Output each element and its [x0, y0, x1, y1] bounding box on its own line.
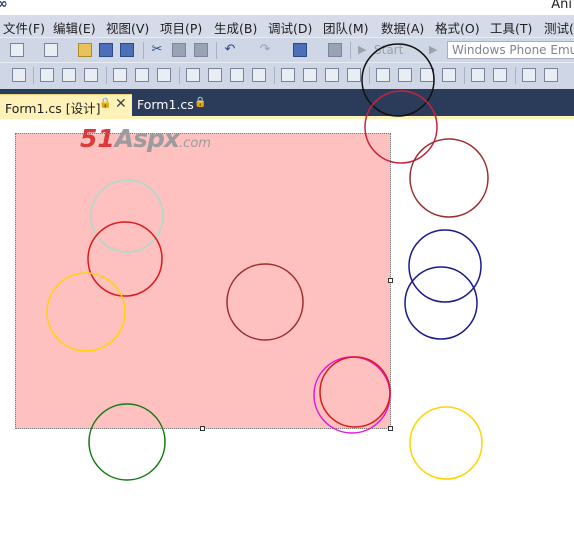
resize-handle-right[interactable] [388, 278, 393, 283]
menu-tools[interactable]: 工具(T) [490, 18, 532, 37]
make-same-width-icon[interactable] [186, 68, 200, 82]
toolbar-separator [216, 42, 217, 59]
toolbar-separator [33, 67, 34, 84]
align-bottom-icon[interactable] [157, 68, 171, 82]
vertical-spacing-equal-icon[interactable] [376, 68, 390, 82]
tab-label: Form1.cs [137, 97, 194, 112]
pin-icon[interactable]: 🔒 [99, 98, 111, 109]
size-to-grid-icon[interactable] [252, 68, 266, 82]
toolbar-separator [106, 67, 107, 84]
align-middle-icon[interactable] [135, 68, 149, 82]
window-title: Ani [551, 0, 572, 12]
visual-studio-logo-icon: ∞ [0, 0, 8, 12]
resize-handle-bottom[interactable] [200, 426, 205, 431]
new-project-icon[interactable] [10, 43, 24, 57]
horizontal-spacing-increase-icon[interactable] [303, 68, 317, 82]
menu-format[interactable]: 格式(O) [435, 18, 480, 37]
watermark-logo: 51Aspx.com [80, 124, 211, 153]
document-tab-strip: Form1.cs [设计] 🔒 ✕ Form1.cs 🔒 [0, 89, 574, 117]
resize-handle-corner[interactable] [388, 426, 393, 431]
horizontal-spacing-decrease-icon[interactable] [325, 68, 339, 82]
close-icon[interactable]: ✕ [115, 96, 127, 112]
watermark-51: 51 [80, 124, 115, 153]
toolbar-separator [179, 67, 180, 84]
menu-team[interactable]: 团队(M) [323, 18, 369, 37]
bring-to-front-icon[interactable] [522, 68, 536, 82]
menu-test[interactable]: 测试(S [544, 18, 574, 37]
toolbar-separator [143, 42, 144, 59]
menu-project[interactable]: 项目(P) [160, 18, 202, 37]
lock-icon: 🔒 [194, 97, 207, 108]
standard-toolbar: ✂ ↶ ↷ ▶ Start ▶ Windows Phone Emu [0, 37, 574, 63]
align-to-grid-icon[interactable] [12, 68, 26, 82]
align-left-icon[interactable] [40, 68, 54, 82]
find-icon[interactable] [328, 43, 342, 57]
cut-icon[interactable]: ✂ [150, 43, 164, 57]
watermark-aspx: Aspx [114, 124, 180, 153]
menu-view[interactable]: 视图(V) [106, 18, 149, 37]
make-same-size-icon[interactable] [230, 68, 244, 82]
target-device-select[interactable]: Windows Phone Emu [447, 41, 574, 59]
start-icon[interactable]: ▶ [358, 43, 366, 56]
paste-icon[interactable] [194, 43, 208, 57]
vertical-spacing-decrease-icon[interactable] [420, 68, 434, 82]
layout-toolbar [0, 62, 574, 90]
save-all-icon[interactable] [120, 43, 134, 57]
align-top-icon[interactable] [113, 68, 127, 82]
start-without-debug-icon[interactable]: ▶ [429, 43, 437, 56]
tab-form1-code[interactable]: Form1.cs 🔒 [134, 94, 214, 116]
center-horizontally-icon[interactable] [471, 68, 485, 82]
toolbar-separator [369, 67, 370, 84]
align-right-icon[interactable] [84, 68, 98, 82]
menu-file[interactable]: 文件(F) [3, 18, 45, 37]
center-vertically-icon[interactable] [493, 68, 507, 82]
toolbar-separator [464, 67, 465, 84]
menu-debug[interactable]: 调试(D) [268, 18, 312, 37]
start-button[interactable]: Start [374, 43, 403, 57]
open-folder-icon[interactable] [78, 43, 92, 57]
tab-label: Form1.cs [设计] [5, 101, 101, 116]
align-center-icon[interactable] [62, 68, 76, 82]
make-same-height-icon[interactable] [208, 68, 222, 82]
menu-edit[interactable]: 编辑(E) [53, 18, 96, 37]
send-to-back-icon[interactable] [544, 68, 558, 82]
menu-build[interactable]: 生成(B) [214, 18, 257, 37]
redo-icon[interactable]: ↷ [258, 43, 272, 57]
tab-form1-design[interactable]: Form1.cs [设计] 🔒 ✕ [0, 94, 132, 117]
toolbar-separator [515, 67, 516, 84]
toolbar-separator [274, 67, 275, 84]
horizontal-spacing-remove-icon[interactable] [347, 68, 361, 82]
vertical-spacing-increase-icon[interactable] [398, 68, 412, 82]
add-item-icon[interactable] [44, 43, 58, 57]
menu-data[interactable]: 数据(A) [381, 18, 424, 37]
horizontal-spacing-equal-icon[interactable] [281, 68, 295, 82]
copy-icon[interactable] [172, 43, 186, 57]
form1-canvas[interactable] [15, 133, 391, 429]
navigate-icon[interactable] [293, 43, 307, 57]
title-bar: ∞ Ani [0, 0, 574, 15]
undo-icon[interactable]: ↶ [223, 43, 237, 57]
menu-bar: 文件(F) 编辑(E) 视图(V) 项目(P) 生成(B) 调试(D) 团队(M… [0, 15, 574, 37]
save-icon[interactable] [99, 43, 113, 57]
watermark-com: .com [179, 136, 211, 151]
vertical-spacing-remove-icon[interactable] [442, 68, 456, 82]
toolbar-separator [350, 42, 351, 59]
